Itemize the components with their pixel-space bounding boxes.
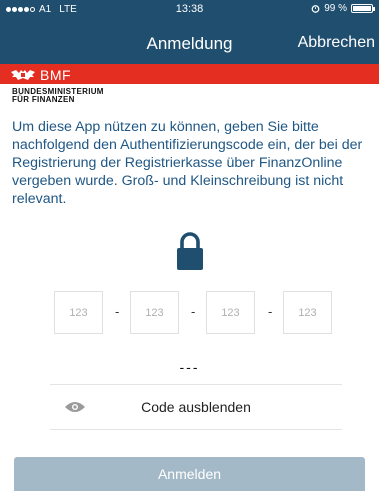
login-button[interactable]: Anmelden (14, 457, 365, 491)
masked-code-display: --- (179, 359, 200, 375)
code-field-3[interactable]: 123 (206, 291, 255, 334)
battery-percent: 99 % (324, 3, 347, 14)
ministry-name: BUNDESMINISTERIUM FÜR FINANZEN (12, 88, 104, 104)
divider (50, 429, 342, 430)
code-field-4[interactable]: 123 (283, 291, 332, 334)
code-separator: - (268, 304, 273, 319)
battery-info: 99 % (311, 3, 375, 14)
bmf-logo: BMF (10, 67, 71, 83)
code-separator: - (115, 304, 120, 319)
hide-code-toggle[interactable]: Code ausblenden (50, 385, 342, 429)
ministry-line-2: FÜR FINANZEN (12, 95, 75, 104)
alarm-icon (311, 5, 320, 13)
hide-code-label: Code ausblenden (141, 399, 251, 415)
battery-icon (351, 4, 375, 13)
cancel-button[interactable]: Abbrechen (298, 34, 375, 52)
status-bar: A1 LTE 13:38 99 % (0, 0, 379, 20)
code-field-1[interactable]: 123 (54, 291, 103, 334)
eagle-emblem-icon (11, 70, 35, 80)
logo-text: BMF (40, 67, 72, 83)
code-separator: - (191, 304, 196, 319)
code-field-2[interactable]: 123 (130, 291, 179, 334)
navigation-bar: Anmeldung Abbrechen (0, 20, 379, 64)
lock-icon (177, 232, 203, 270)
instruction-text: Um diese App nützen zu können, geben Sie… (12, 119, 363, 207)
brand-bar: BMF (0, 64, 379, 84)
